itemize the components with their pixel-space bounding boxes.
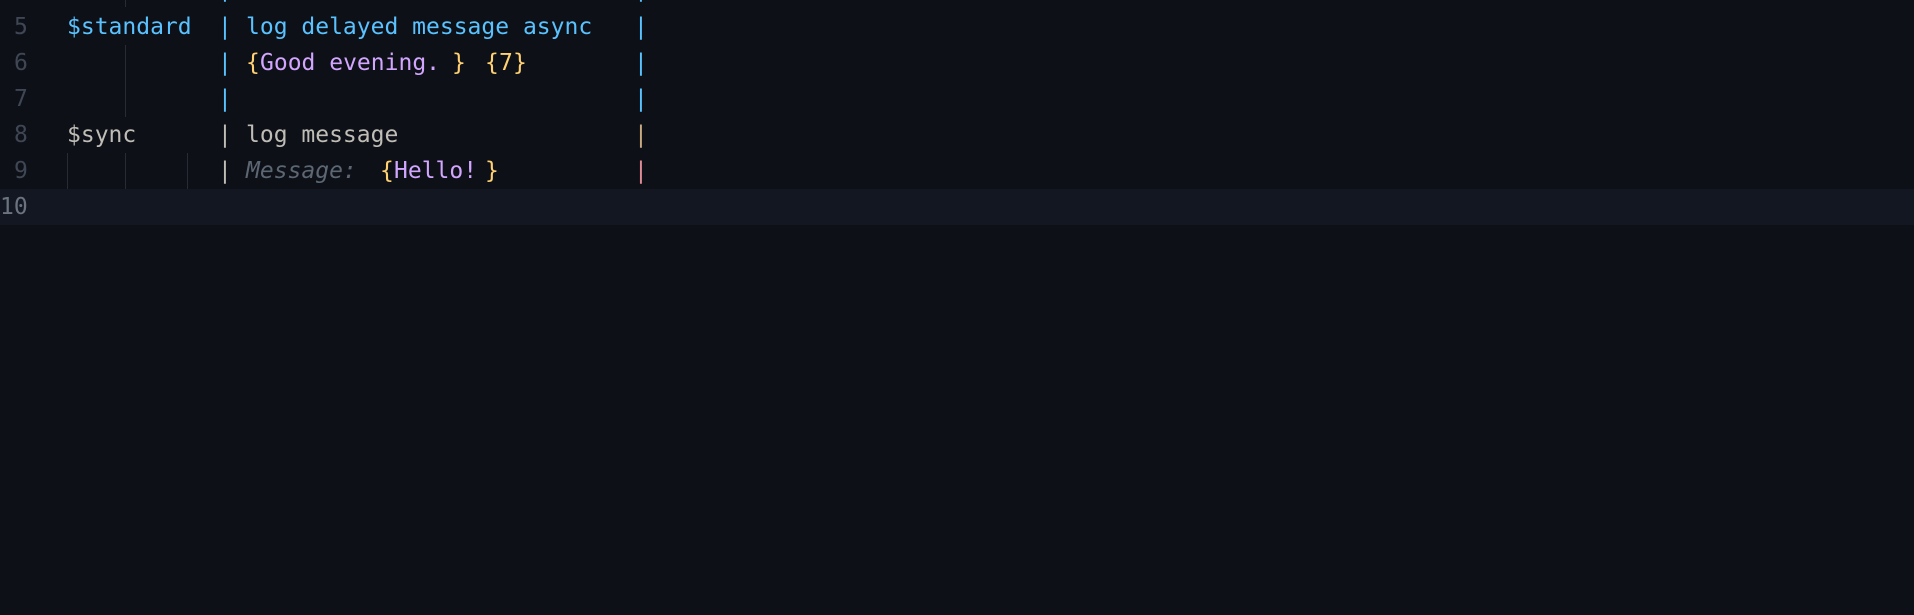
scenario-name: $sync	[67, 122, 137, 148]
step-text: log message	[246, 122, 399, 148]
argument-value: 7	[499, 50, 513, 76]
current-line-highlight[interactable]: 10	[0, 189, 1914, 225]
table-pipe: |	[218, 158, 232, 184]
table-pipe: |	[634, 158, 648, 184]
table-pipe: |	[634, 86, 648, 112]
indent-guide	[125, 0, 126, 7]
line-number: 7	[14, 86, 28, 112]
code-editor[interactable]: | { } { } | 5 $standard | log delayed me…	[0, 0, 1914, 615]
line-number: 8	[14, 122, 28, 148]
line-number: 6	[14, 50, 28, 76]
code-line-7[interactable]: 7 | |	[0, 81, 1914, 117]
table-pipe: |	[634, 122, 648, 148]
step-text: log delayed message async	[246, 14, 593, 40]
argument-brace: }	[452, 50, 466, 76]
line-number: 5	[14, 14, 28, 40]
argument-value: Good evening.	[260, 50, 441, 76]
code-line-8[interactable]: 8 $sync | log message |	[0, 117, 1914, 153]
argument-brace: }	[513, 50, 527, 76]
code-line-4[interactable]: | { } { } |	[0, 0, 1914, 7]
argument-brace: {	[381, 0, 395, 7]
table-pipe: |	[218, 50, 232, 76]
code-line-6[interactable]: 6 | { Good evening. } { 7 } |	[0, 45, 1914, 81]
argument-brace: }	[409, 0, 423, 7]
indent-guide	[187, 153, 188, 189]
argument-brace: {	[485, 50, 499, 76]
argument-brace: }	[485, 158, 499, 184]
table-pipe: |	[218, 122, 232, 148]
argument-brace: {	[380, 158, 394, 184]
table-pipe: |	[218, 14, 232, 40]
argument-brace: {	[246, 0, 260, 7]
argument-brace: {	[246, 50, 260, 76]
indent-guide	[125, 81, 126, 117]
parameter-hint: Message:	[246, 158, 357, 184]
indent-guide	[67, 153, 68, 189]
table-pipe: |	[218, 86, 232, 112]
table-pipe: |	[634, 0, 648, 7]
code-line-5[interactable]: 5 $standard | log delayed message async …	[0, 9, 1914, 45]
indent-guide	[125, 45, 126, 81]
code-line-9[interactable]: 9 | Message: { Hello! } |	[0, 153, 1914, 189]
line-number: 10	[0, 194, 28, 220]
indent-guide	[125, 153, 126, 189]
line-number: 9	[14, 158, 28, 184]
table-pipe: |	[634, 14, 648, 40]
table-pipe: |	[218, 0, 232, 7]
argument-value: Hello!	[394, 158, 478, 184]
table-pipe: |	[634, 50, 648, 76]
argument-brace: }	[352, 0, 366, 7]
scenario-name: $standard	[67, 14, 192, 40]
